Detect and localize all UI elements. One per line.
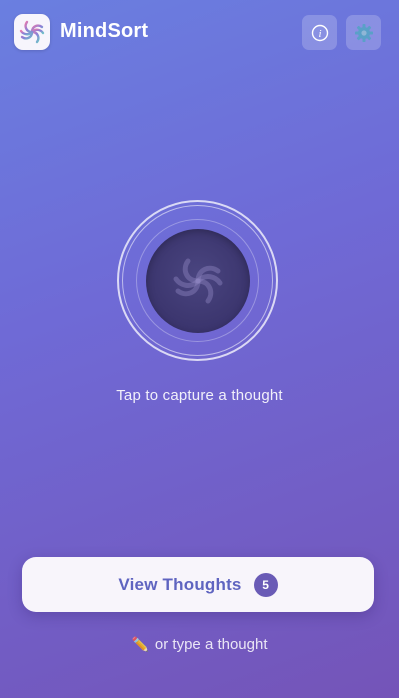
info-icon: i: [311, 24, 328, 41]
spiral-icon: [173, 258, 223, 304]
app-header: MindSort i: [0, 0, 399, 64]
thought-count-badge: 5: [253, 572, 278, 597]
spiral-logo-icon: [14, 14, 50, 50]
capture-hint: Tap to capture a thought: [116, 387, 283, 404]
type-thought-link[interactable]: ✏️ or type a thought: [0, 636, 399, 653]
app-title: MindSort: [60, 20, 149, 42]
svg-text:i: i: [318, 28, 321, 40]
capture-button[interactable]: [146, 229, 250, 333]
type-thought-label: or type a thought: [154, 636, 268, 653]
gear-icon: [354, 23, 373, 42]
settings-button[interactable]: [346, 15, 381, 50]
pencil-icon: ✏️: [131, 636, 149, 652]
view-thoughts-button[interactable]: View Thoughts 5: [22, 557, 374, 612]
capture-orb[interactable]: [117, 200, 278, 361]
view-thoughts-label: View Thoughts: [118, 574, 242, 594]
info-button[interactable]: i: [302, 15, 337, 50]
